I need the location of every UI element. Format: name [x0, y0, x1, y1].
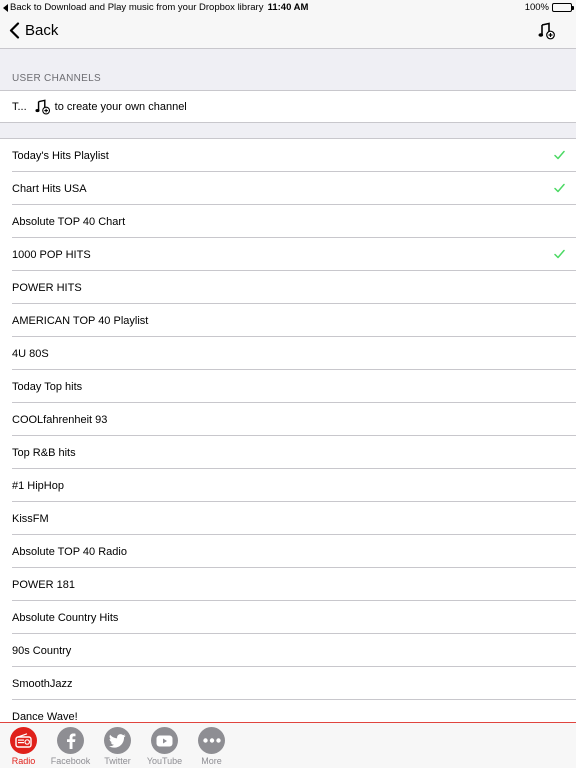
twitter-icon — [104, 727, 131, 754]
channel-name: SmoothJazz — [12, 677, 73, 690]
channel-row[interactable]: Today Top hits — [0, 370, 576, 403]
channel-row[interactable]: Absolute TOP 40 Radio — [0, 535, 576, 568]
channel-name: AMERICAN TOP 40 Playlist — [12, 314, 149, 327]
checkmark-icon — [554, 150, 565, 160]
tab-label: YouTube — [146, 756, 183, 766]
channel-row[interactable]: POWER 181 — [0, 568, 576, 601]
section-title: USER CHANNELS — [12, 73, 101, 84]
radio-icon — [10, 727, 37, 754]
channel-row[interactable]: #1 HipHop — [0, 469, 576, 502]
channel-name: Absolute TOP 40 Chart — [12, 215, 126, 228]
add-channel-button[interactable] — [538, 22, 556, 45]
channel-name: 90s Country — [12, 644, 72, 657]
channel-name: Chart Hits USA — [12, 182, 87, 195]
tab-bar: Radio Facebook Twitter YouTube More — [0, 722, 576, 768]
navigation-bar: Back — [0, 16, 576, 49]
channel-row[interactable]: KissFM — [0, 502, 576, 535]
channel-row[interactable]: AMERICAN TOP 40 Playlist — [0, 304, 576, 337]
channel-name: KissFM — [12, 512, 49, 525]
back-button-label: Back — [25, 22, 59, 39]
channel-name: Top R&B hits — [12, 446, 76, 459]
back-button[interactable]: Back — [9, 22, 58, 39]
channel-row[interactable]: Top R&B hits — [0, 436, 576, 469]
status-time: 11:40 AM — [267, 2, 309, 13]
channel-name: 4U 80S — [12, 347, 49, 360]
tab-facebook[interactable]: Facebook — [47, 723, 94, 768]
chevron-left-icon — [9, 22, 20, 39]
create-channel-hint: T... to create your own channel — [0, 90, 576, 123]
tab-more[interactable]: More — [188, 723, 235, 768]
user-channels-header: USER CHANNELS — [0, 49, 576, 90]
channel-name: POWER 181 — [12, 578, 75, 591]
hint-prefix: T... — [12, 100, 27, 113]
channel-row[interactable]: Absolute TOP 40 Chart — [0, 205, 576, 238]
tab-youtube[interactable]: YouTube — [141, 723, 188, 768]
channel-name: Today's Hits Playlist — [12, 149, 109, 162]
channel-row[interactable]: POWER HITS — [0, 271, 576, 304]
channel-name: Today Top hits — [12, 380, 83, 393]
channel-name: COOLfahrenheit 93 — [12, 413, 108, 426]
tab-radio[interactable]: Radio — [0, 723, 47, 768]
music-note-add-icon — [538, 22, 555, 40]
music-note-add-icon — [35, 98, 51, 115]
battery-status: 100% — [524, 2, 574, 13]
status-bar: Back to Download and Play music from you… — [0, 0, 576, 16]
tab-label: Radio — [11, 756, 36, 766]
channel-row[interactable]: Chart Hits USA — [0, 172, 576, 205]
facebook-icon — [57, 727, 84, 754]
more-dots-icon — [198, 727, 225, 754]
channel-row[interactable]: Today's Hits Playlist — [0, 139, 576, 172]
checkmark-icon — [554, 249, 565, 259]
tab-label: Twitter — [104, 756, 131, 766]
checkmark-icon — [554, 183, 565, 193]
channel-row[interactable]: 90s Country — [0, 634, 576, 667]
battery-percent: 100% — [524, 2, 549, 13]
tab-twitter[interactable]: Twitter — [94, 723, 141, 768]
tab-label: Facebook — [50, 756, 91, 766]
tab-label: More — [201, 756, 222, 766]
channel-list: Today's Hits Playlist Chart Hits USA Absol… — [0, 138, 576, 733]
channel-row[interactable]: Absolute Country Hits — [0, 601, 576, 634]
hint-text: to create your own channel — [54, 100, 187, 113]
channel-row[interactable]: 4U 80S — [0, 337, 576, 370]
channel-row[interactable]: COOLfahrenheit 93 — [0, 403, 576, 436]
channel-row[interactable]: 1000 POP HITS — [0, 238, 576, 271]
channel-name: Absolute TOP 40 Radio — [12, 545, 127, 558]
channel-name: #1 HipHop — [12, 479, 64, 492]
youtube-icon — [151, 727, 178, 754]
channel-name: 1000 POP HITS — [12, 248, 91, 261]
channel-row[interactable]: SmoothJazz — [0, 667, 576, 700]
battery-icon — [552, 3, 574, 12]
channel-name: Absolute Country Hits — [12, 611, 119, 624]
channel-name: Dance Wave! — [12, 710, 78, 723]
channel-name: POWER HITS — [12, 281, 82, 294]
